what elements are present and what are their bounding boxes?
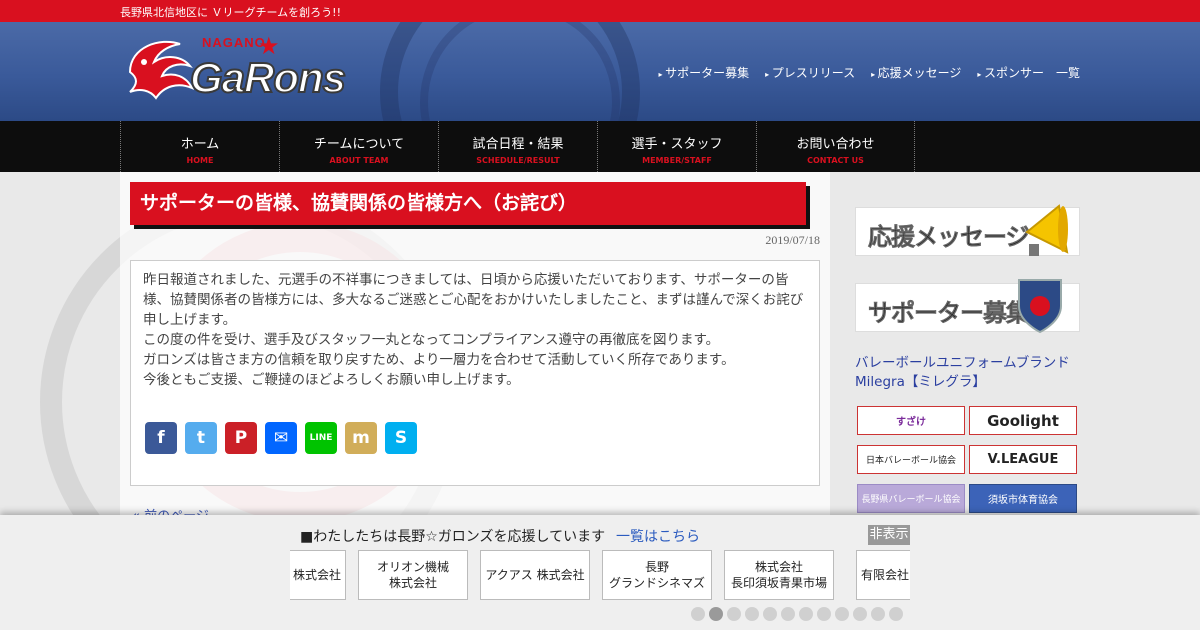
cheer-message-banner[interactable]: 応援メッセージ [855,204,1080,256]
supporter-card[interactable]: 株式会社 長印須坂青果市場 [724,550,834,600]
carousel-dot[interactable] [691,607,705,621]
share-buttons: f t P ✉ LINE m S [145,422,417,454]
supporter-card[interactable]: 長野 グランドシネマズ [602,550,712,600]
banner-label: サポーター募集 [868,299,1031,328]
email-icon[interactable]: ✉ [265,422,297,454]
article-line: この度の件を受け、選手及びスタッフ一丸となってコンプライアンス遵守の再徹底を図り… [143,332,720,348]
header-decoration [420,22,620,121]
tagline: 長野県北信地区に Ｖリーグチームを創ろう!! [120,6,341,19]
pinterest-icon[interactable]: P [225,422,257,454]
carousel-dot[interactable] [817,607,831,621]
nav-item-label: お問い合わせ [796,137,875,152]
article-line: 今後ともご支援、ご鞭撻のほどよろしくお願い申し上げます。 [143,372,520,388]
article-title: サポーターの皆様、協賛関係の皆様方へ（お詫び） [140,192,578,214]
main-nav: ホーム HOME チームについて ABOUT TEAM 試合日程・結果 SCHE… [0,121,1200,172]
nav-item-label: ホーム [180,137,220,152]
carousel-pagination [691,607,903,621]
article-line: ガロンズは皆さま方の信頼を取り戻すため、より一層力を合わせて活動していく所存であ… [143,352,735,368]
sponsor-logo-vleague[interactable]: V.LEAGUE [969,445,1077,474]
carousel-dot[interactable] [781,607,795,621]
article-date: 2019/07/18 [765,233,820,247]
article-area: サポーターの皆様、協賛関係の皆様方へ（お詫び） 2019/07/18 昨日報道さ… [120,172,830,524]
nav-item-schedule[interactable]: 試合日程・結果 SCHEDULE/RESULT [438,121,597,172]
article-line: 昨日報道されました、元選手の不祥事につきましては、日頃から応援いただいております… [143,272,804,328]
carousel-dot[interactable] [763,607,777,621]
supporter-card[interactable]: オリオン機械 株式会社 [358,550,468,600]
article-paragraph: 昨日報道されました、元選手の不祥事につきましては、日頃から応援いただいております… [131,261,819,390]
nav-link-sponsors[interactable]: スポンサー 一覧 [977,64,1080,81]
nav-link-supporter[interactable]: サポーター募集 [659,64,749,81]
nav-item-members[interactable]: 選手・スタッフ MEMBER/STAFF [597,121,756,172]
carousel-dot[interactable] [889,607,903,621]
sponsor-logo-jva[interactable]: 日本バレーボール協会 [857,445,965,474]
supporter-recruit-banner[interactable]: サポーター募集 [855,279,1080,334]
supporters-list-link[interactable]: 一覧はこちら [616,526,700,546]
carousel-dot[interactable] [799,607,813,621]
nav-item-label: 試合日程・結果 [472,137,564,152]
banner-label: 応援メッセージ [868,223,1030,252]
nav-item-contact[interactable]: お問い合わせ CONTACT US [756,121,915,172]
mixi-icon[interactable]: m [345,422,377,454]
supporters-carousel: 株式会社 オリオン機械 株式会社 アクアス 株式会社 長野 グランドシネマズ 株… [290,550,910,600]
supporter-card[interactable]: 株式会社 [290,550,346,600]
line-icon[interactable]: LINE [305,422,337,454]
hide-footer-button[interactable]: 非表示 [868,525,910,545]
twitter-icon[interactable]: t [185,422,217,454]
logo-nagano: NAGANO [202,35,266,50]
nav-item-home[interactable]: ホーム HOME [120,121,279,172]
megaphone-icon [1025,204,1069,256]
top-tagline-bar: 長野県北信地区に Ｖリーグチームを創ろう!! [0,0,1200,22]
carousel-dot[interactable] [709,607,723,621]
nav-item-sublabel: MEMBER/STAFF [642,156,712,165]
skype-icon[interactable]: S [385,422,417,454]
supporters-message: ■わたしたちは長野☆ガロンズを応援しています [300,529,606,545]
team-shield-icon [1018,279,1062,334]
nav-item-label: 選手・スタッフ [631,137,723,152]
article-title-box: サポーターの皆様、協賛関係の皆様方へ（お詫び） [130,182,806,225]
nav-item-sublabel: CONTACT US [807,156,864,165]
uniform-brand-link[interactable]: バレーボールユニフォームブランド Milegra【ミレグラ】 [855,354,1083,392]
sponsor-logo-suzaka-sports[interactable]: 須坂市体育協会 [969,484,1077,513]
carousel-dot[interactable] [853,607,867,621]
carousel-dot[interactable] [835,607,849,621]
nav-link-press[interactable]: プレスリリース [765,64,855,81]
nav-item-about[interactable]: チームについて ABOUT TEAM [279,121,438,172]
nav-item-sublabel: SCHEDULE/RESULT [476,156,560,165]
nav-item-label: チームについて [313,137,405,152]
header-nav: サポーター募集 プレスリリース 応援メッセージ スポンサー 一覧 [659,64,1080,81]
nav-item-sublabel: ABOUT TEAM [329,156,389,165]
logo-wordmark: GaRons [189,53,347,102]
site-logo[interactable]: NAGANO ★ GaRons [120,32,410,112]
sponsor-logo-nagano-va[interactable]: 長野県バレーボール協会 [857,484,965,513]
carousel-dot[interactable] [745,607,759,621]
nav-item-sublabel: HOME [186,156,214,165]
facebook-icon[interactable]: f [145,422,177,454]
sponsor-logo-suzake[interactable]: すざけ [857,406,965,435]
carousel-dot[interactable] [871,607,885,621]
supporters-footer: ■わたしたちは長野☆ガロンズを応援しています 一覧はこちら 非表示 株式会社 オ… [0,515,1200,630]
carousel-dot[interactable] [727,607,741,621]
nav-link-cheer[interactable]: 応援メッセージ [871,64,962,81]
article-body: 昨日報道されました、元選手の不祥事につきましては、日頃から応援いただいております… [130,260,820,486]
supporter-card[interactable]: アクアス 株式会社 [480,550,590,600]
supporter-card[interactable]: 有限会社 [856,550,910,600]
sponsor-logo-goolight[interactable]: Goolight [969,406,1077,435]
site-header: NAGANO ★ GaRons サポーター募集 プレスリリース 応援メッセージ … [0,22,1200,121]
